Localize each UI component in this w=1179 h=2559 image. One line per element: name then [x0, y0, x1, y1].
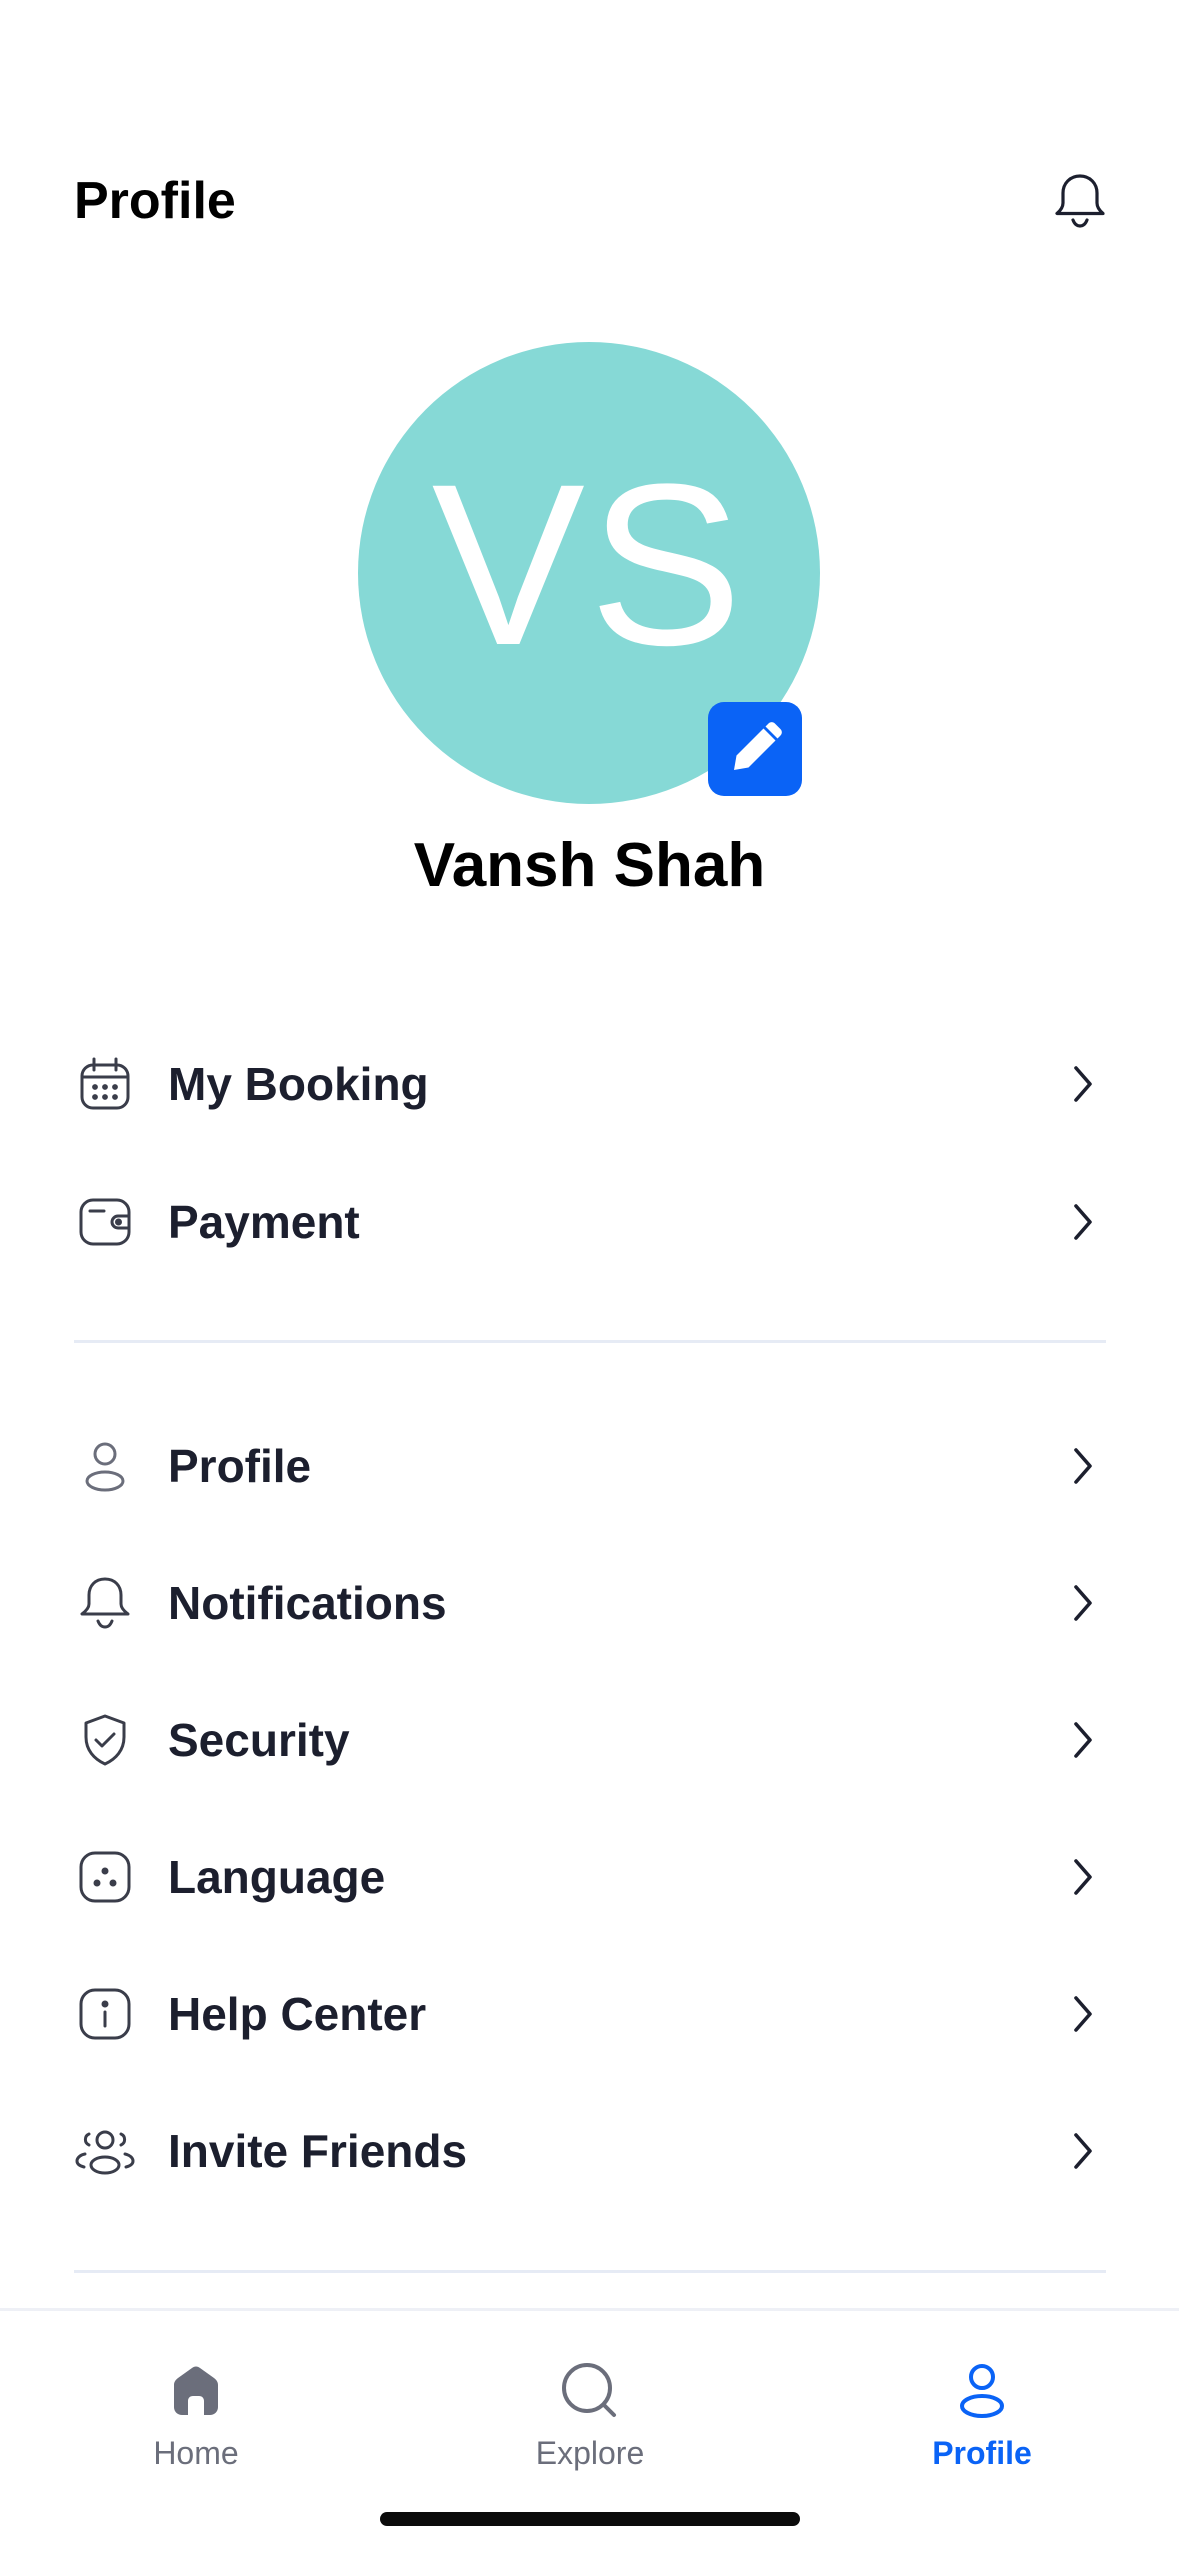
- menu-item-notifications[interactable]: Notifications: [74, 1553, 1106, 1653]
- pencil-icon: [734, 722, 782, 770]
- language-icon: [74, 1846, 136, 1908]
- search-icon: [558, 2359, 622, 2423]
- bell-icon: [1055, 174, 1105, 228]
- bell-icon: [74, 1572, 136, 1634]
- user-name: Vansh Shah: [413, 831, 766, 900]
- calendar-icon: [74, 1053, 136, 1115]
- menu-item-help-center[interactable]: Help Center: [74, 1964, 1106, 2064]
- nav-label: Profile: [932, 2435, 1032, 2471]
- menu-item-my-booking[interactable]: My Booking: [74, 1034, 1106, 1134]
- menu-label: My Booking: [168, 1058, 429, 1110]
- menu-label: Language: [168, 1851, 386, 1903]
- chevron-right-icon: [1062, 1715, 1102, 1765]
- home-icon: [164, 2359, 228, 2423]
- edit-avatar-button[interactable]: [708, 702, 802, 796]
- chevron-right-icon: [1062, 1989, 1102, 2039]
- section-divider: [74, 1340, 1106, 1343]
- chevron-right-icon: [1062, 1059, 1102, 1109]
- menu-label: Payment: [168, 1196, 360, 1248]
- nav-profile[interactable]: Profile: [862, 2359, 1102, 2499]
- page-title: Profile: [74, 172, 236, 230]
- nav-label: Explore: [535, 2435, 645, 2471]
- notifications-button[interactable]: [1052, 170, 1108, 232]
- chevron-right-icon: [1062, 1578, 1102, 1628]
- chevron-right-icon: [1062, 1852, 1102, 1902]
- wallet-icon: [74, 1191, 136, 1253]
- user-icon: [950, 2359, 1014, 2423]
- menu-label: Notifications: [168, 1577, 447, 1629]
- avatar-initials: VS: [431, 436, 747, 693]
- home-indicator: [380, 2512, 800, 2526]
- menu-label: Security: [168, 1714, 350, 1766]
- nav-explore[interactable]: Explore: [470, 2359, 710, 2499]
- info-icon: [74, 1983, 136, 2045]
- chevron-right-icon: [1062, 2126, 1102, 2176]
- chevron-right-icon: [1062, 1197, 1102, 1247]
- menu-label: Profile: [168, 1440, 312, 1492]
- menu-item-profile[interactable]: Profile: [74, 1416, 1106, 1516]
- section-divider: [74, 2270, 1106, 2273]
- menu-item-invite-friends[interactable]: Invite Friends: [74, 2101, 1106, 2201]
- menu-item-security[interactable]: Security: [74, 1690, 1106, 1790]
- nav-home[interactable]: Home: [76, 2359, 316, 2499]
- menu-label: Invite Friends: [168, 2125, 468, 2177]
- menu-label: Help Center: [168, 1988, 427, 2040]
- menu-item-language[interactable]: Language: [74, 1827, 1106, 1927]
- nav-label: Home: [153, 2435, 239, 2471]
- menu-item-payment[interactable]: Payment: [74, 1172, 1106, 1272]
- user-icon: [74, 1435, 136, 1497]
- users-icon: [74, 2120, 136, 2182]
- shield-check-icon: [74, 1709, 136, 1771]
- chevron-right-icon: [1062, 1441, 1102, 1491]
